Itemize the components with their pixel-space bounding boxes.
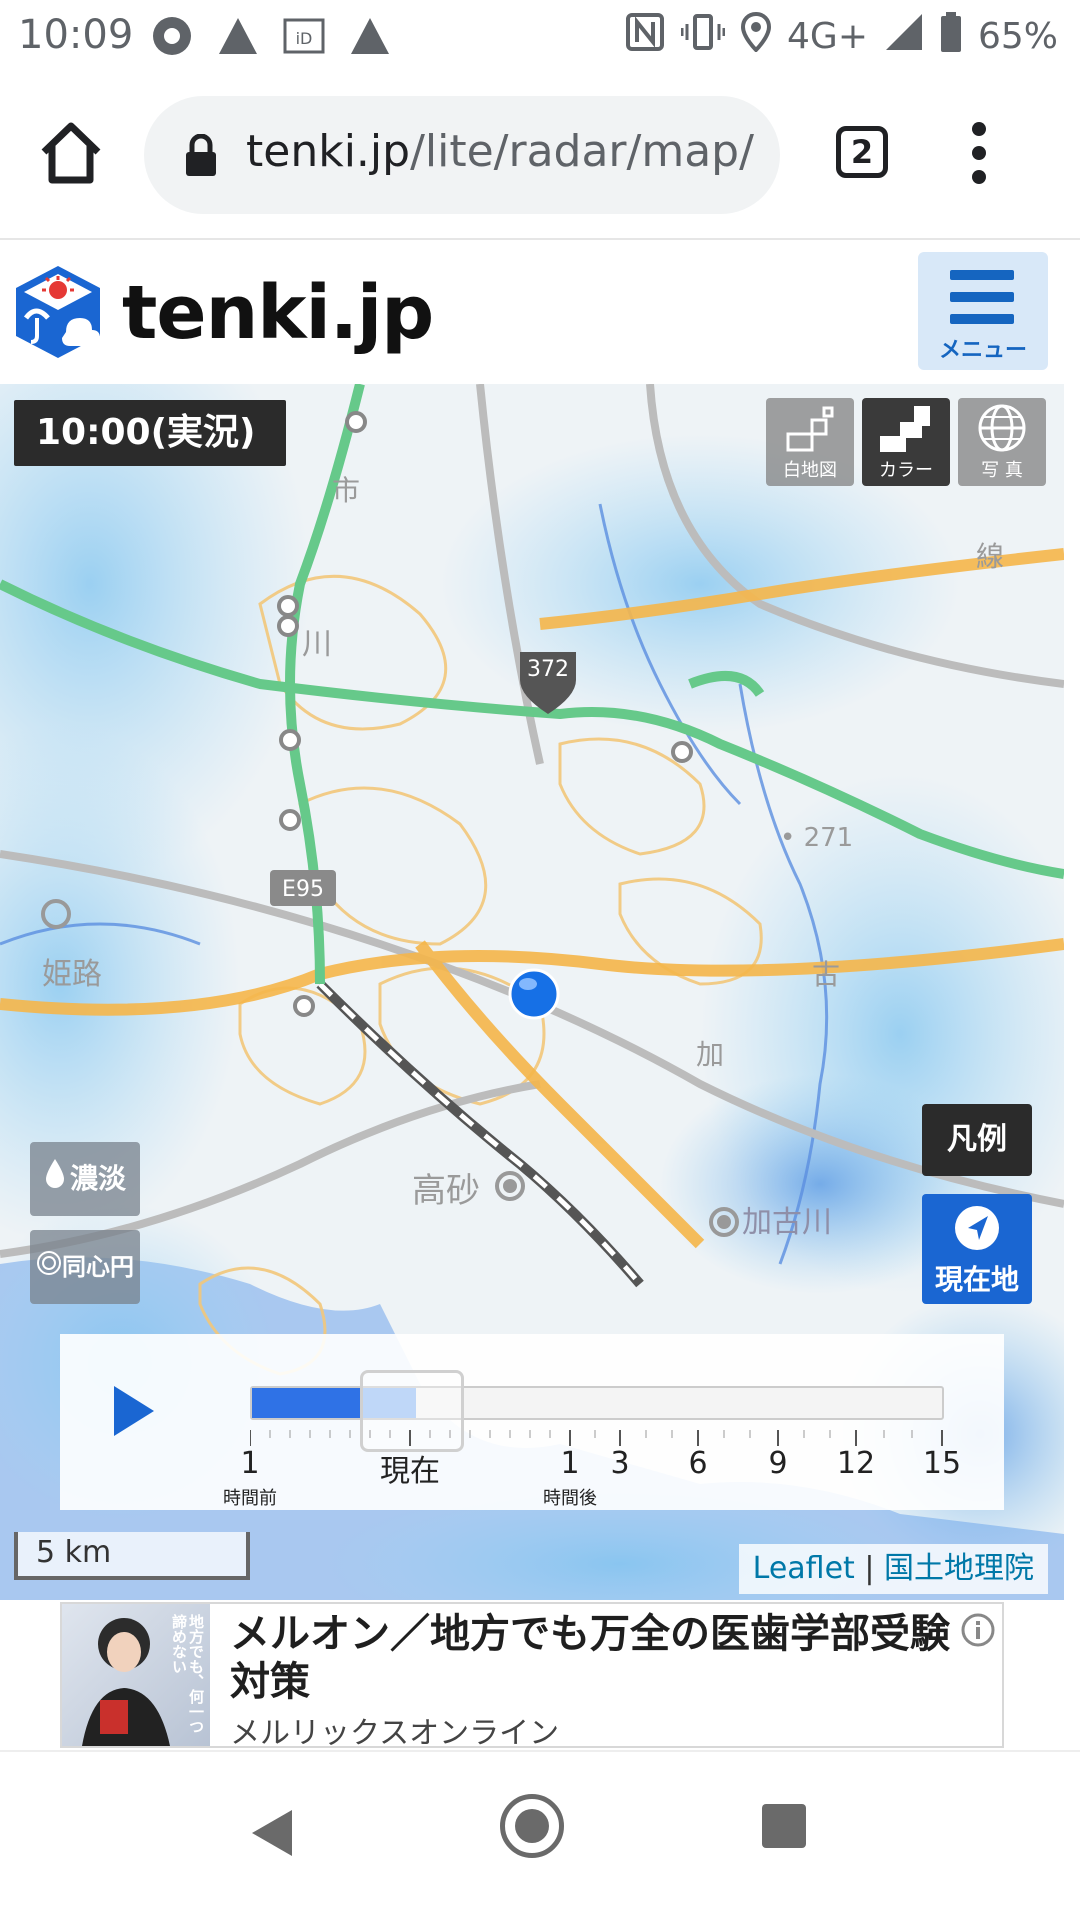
white-map-icon [786,406,834,452]
lock-icon [186,134,216,176]
alert-icon [348,14,392,58]
navigation-arrow-icon [955,1206,999,1250]
place-sen: 線 [976,540,1004,573]
concentric-icon [36,1231,62,1305]
menu-button[interactable]: メニュー [918,252,1048,370]
past-range-fill [252,1388,362,1418]
map-attribution: Leaflet | 国土地理院 [738,1544,1048,1594]
radar-map[interactable]: 372 E95 高砂 加古川 姫路 川 市 加 古 線 • 271 10:00(… [0,384,1064,1600]
home-nav-icon[interactable] [500,1794,564,1858]
white-map-label: 白地図 [783,460,837,481]
network-type: 4G+ [787,16,868,57]
time-slider-track[interactable] [250,1370,944,1452]
concentric-circles-button[interactable]: 同心円 [30,1230,140,1304]
time-slider-panel: 1 時間前 現在 1 時間後 3 6 9 12 15 [60,1334,1004,1510]
tick-sub-before: 時間前 [223,1488,277,1509]
place-ichi: 市 [332,474,360,507]
status-right: 4G+ 65% [625,11,1058,61]
status-time: 10:09 [18,12,134,58]
droplet-icon [44,1143,66,1217]
tick-label-6: 6 [688,1446,708,1481]
advertisement-banner[interactable]: 地方でも、何一つ諦めない メルオン／地方でも万全の医歯学部受験対策 メルリックス… [60,1602,1004,1751]
concentric-label: 同心円 [62,1253,134,1281]
ad-title[interactable]: メルオン／地方でも万全の医歯学部受験対策 [230,1610,950,1706]
tick-sub-after: 時間後 [543,1488,597,1509]
globe-icon [978,404,1026,452]
legend-button[interactable]: 凡例 [922,1104,1032,1176]
url-text: tenki.jp/lite/radar/map/ [246,126,754,177]
photo-map-button[interactable]: 写 真 [958,398,1046,486]
address-bar[interactable]: tenki.jp/lite/radar/map/ [144,96,780,214]
place-ko: 古 [812,958,840,991]
signal-icon [884,12,924,61]
place-himeji: 姫路 [42,957,102,992]
vibrate-icon [680,12,726,61]
menu-label: メニュー [938,338,1027,363]
route-e95-label: E95 [282,877,324,902]
elevation-label: • 271 [780,823,853,853]
map-scale-bar: 5 km [14,1532,250,1580]
id-icon: iD [282,14,326,58]
back-icon[interactable] [250,1808,294,1858]
route-e95-shield: E95 [270,870,336,906]
system-navigation-bar [0,1750,1080,1920]
home-icon [41,122,101,184]
nfc-icon [625,12,665,61]
color-map-label: カラー [879,460,933,481]
ad-image: 地方でも、何一つ諦めない [62,1604,210,1746]
ad-image-text: 地方でも、何一つ諦めない [170,1614,205,1734]
observation-time-badge: 10:00(実況) [14,400,286,466]
ad-info-icon[interactable] [960,1612,996,1648]
site-logo-text[interactable]: tenki.jp [122,270,434,356]
hamburger-icon [950,270,1014,280]
svg-text:iD: iD [296,29,313,48]
tick-label-now: 現在 [380,1454,440,1489]
color-map-button[interactable]: カラー [862,398,950,486]
chat-icon [150,14,194,58]
tick-label-12: 12 [836,1446,876,1481]
browser-toolbar: tenki.jp/lite/radar/map/ 2 [0,72,1080,240]
recent-apps-icon[interactable] [762,1804,806,1848]
more-menu-button[interactable] [964,118,994,188]
current-location-label: 現在地 [934,1263,1019,1296]
url-domain: tenki.jp [246,126,411,177]
logo-icon [16,266,100,358]
leaflet-link[interactable]: Leaflet [753,1551,855,1586]
white-map-button[interactable]: 白地図 [766,398,854,486]
photo-map-label: 写 真 [981,460,1023,481]
tick-label-minus1h: 1 [240,1446,260,1481]
ad-sponsor: メルリックスオンライン [230,1716,560,1751]
shade-label: 濃淡 [69,1162,126,1195]
battery-icon [940,12,962,61]
place-kakogawa: 加古川 [742,1205,832,1240]
place-takasago: 高砂 [412,1171,480,1211]
alert-icon [216,14,260,58]
place-kawa: 川 [302,627,332,662]
current-location-marker[interactable] [508,968,560,1020]
shade-toggle-button[interactable]: 濃淡 [30,1142,140,1216]
attribution-separator: | [854,1551,884,1586]
color-map-icon [880,406,930,452]
place-ka: 加 [696,1038,724,1071]
site-header: tenki.jp メニュー [0,240,1080,384]
tick-label-3: 3 [610,1446,630,1481]
gsi-link[interactable]: 国土地理院 [884,1551,1034,1586]
route-372-label: 372 [527,657,569,682]
url-path: /lite/radar/map/ [410,126,754,177]
tab-switcher-button[interactable]: 2 [836,126,888,178]
status-bar: 10:09 iD 4G+ 65% [0,0,1080,72]
current-location-button[interactable]: 現在地 [922,1194,1032,1304]
location-icon [741,11,772,61]
status-notification-icons: iD [150,14,392,58]
tick-label-9: 9 [768,1446,788,1481]
tick-label-15: 15 [922,1446,962,1481]
battery-percent: 65% [977,16,1058,57]
home-button[interactable] [36,118,106,188]
play-icon[interactable] [112,1384,156,1438]
